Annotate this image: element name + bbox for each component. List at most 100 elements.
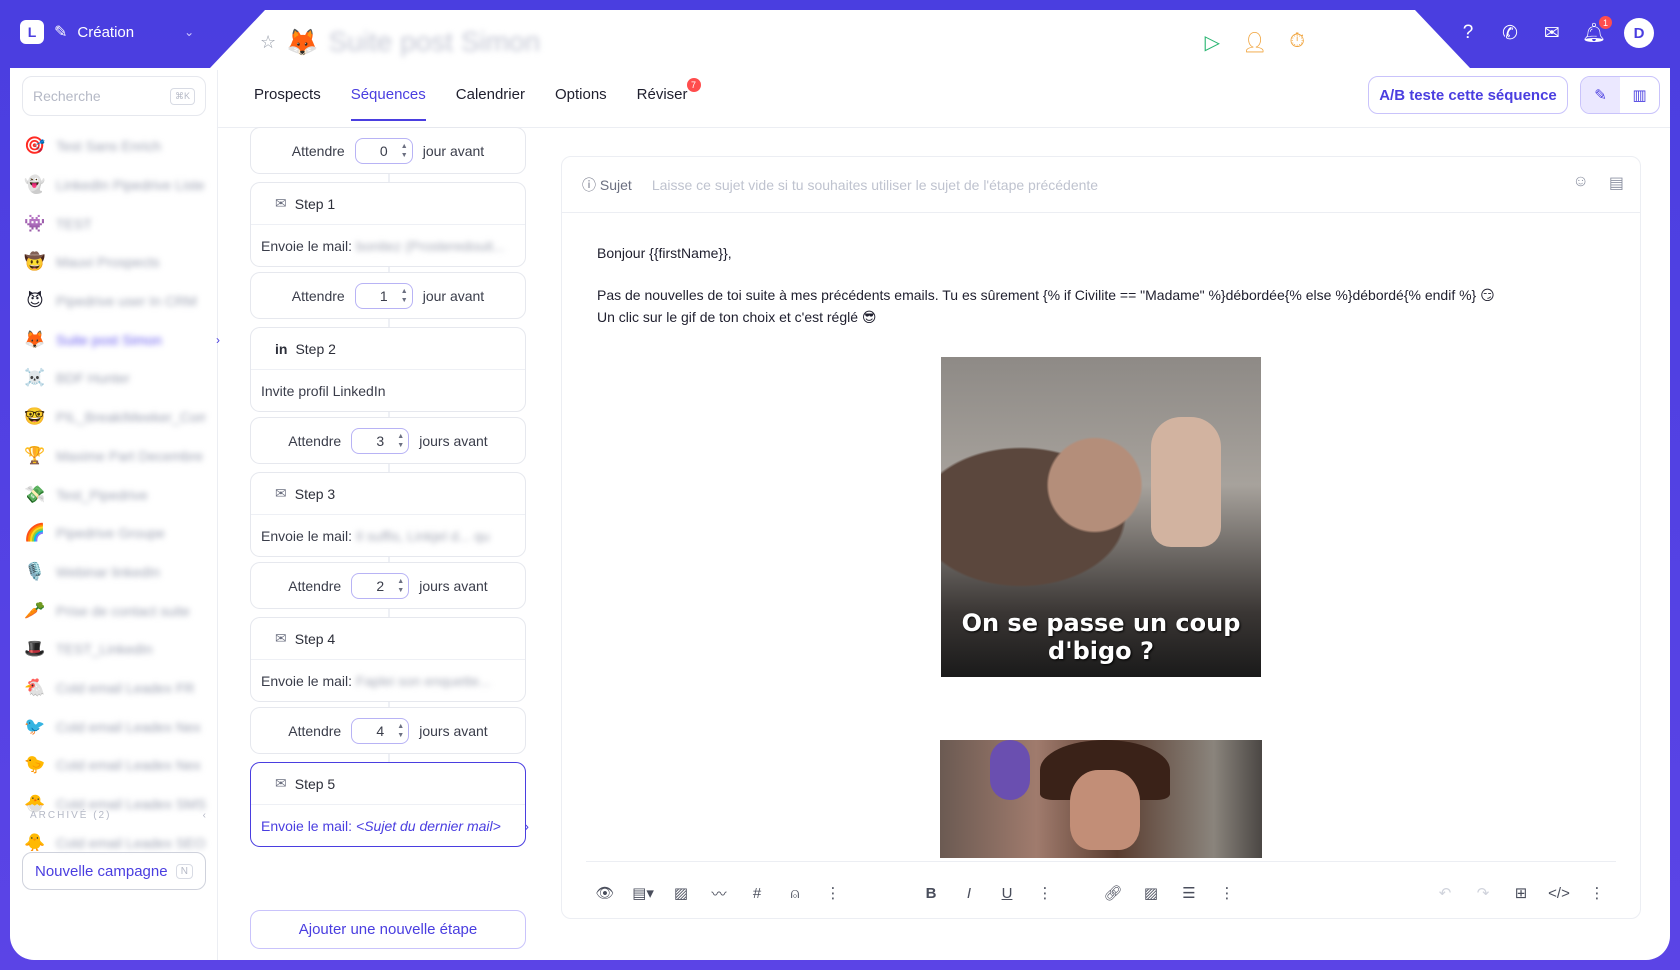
sidebar-item-campaign[interactable]: 🎯 Test Sans Enrich (24, 127, 214, 166)
tab-0[interactable]: Prospects (254, 86, 321, 121)
edit-mode-pencil-icon[interactable]: ✎ (1581, 77, 1620, 113)
phone-icon[interactable]: ✆ (1498, 21, 1522, 45)
sidebar-item-campaign[interactable]: 🥕 Prise de contact suite (24, 591, 214, 630)
sidebar-item-campaign[interactable]: 🐤 Cold email Leadex Nex (24, 746, 214, 785)
new-campaign-shortcut: N (175, 863, 193, 879)
sequence-step[interactable]: ✉ Step 3 Envoie le mail: Il suffis, Linkjel… (250, 472, 526, 557)
star-icon[interactable]: ☆ (260, 32, 276, 53)
subject-field[interactable]: ⓘ Sujet Laisse ce sujet vide si tu souha… (562, 157, 1640, 213)
campaign-name: TEST_LinkedIn (56, 641, 153, 658)
tab-4[interactable]: Réviser 7 (637, 78, 701, 121)
envelope-open-icon: ✉ (275, 630, 287, 646)
more-icon[interactable]: ⋮ (814, 884, 852, 902)
bell-icon[interactable]: 🔔︎ 1 (1582, 16, 1612, 45)
sidebar-item-campaign[interactable]: 🎙️ Webinar linkedIn (24, 553, 214, 592)
delay-stepper[interactable]: 4 ▲ ▼ (351, 717, 410, 744)
campaign-emoji: 🤠 (24, 252, 46, 272)
emoji-icon[interactable]: ☺ (1573, 173, 1589, 193)
delay-stepper[interactable]: 2 ▲ ▼ (351, 572, 410, 599)
sidebar-item-campaign[interactable]: 🌈 Pipedrive Groupe (24, 514, 214, 553)
signature-icon[interactable]: 〰 (700, 883, 738, 904)
sequence-step[interactable]: in Step 2 Invite profil LinkedIn (250, 327, 526, 412)
italic-icon[interactable]: I (950, 885, 988, 902)
stamp-icon[interactable]: ⍝ (776, 885, 814, 902)
sidebar-item-campaign[interactable]: ☠️ BDF Hunter (24, 359, 214, 398)
link-icon[interactable]: 🔗︎ (1094, 884, 1132, 902)
insert-image-icon[interactable]: ▨ (1132, 884, 1170, 902)
gif-angry-girl[interactable] (940, 740, 1262, 858)
campaign-name: Mauvi Prospects (56, 254, 160, 271)
chevron-down-icon: ⌄ (184, 25, 195, 39)
step-action: Envoie le mail: (261, 818, 353, 834)
step-title: Step 3 (294, 485, 336, 502)
campaign-name: Suite post Simon (56, 331, 162, 348)
ordered-list-icon[interactable]: ☰ (1170, 884, 1208, 902)
sequence-step[interactable]: ✉ Step 4 Envoie le mail: Faplei son enquett… (250, 617, 526, 702)
sidebar-item-campaign[interactable]: 🐔 Cold email Leadex FR (24, 669, 214, 708)
add-step-button[interactable]: Ajouter une nouvelle étape (250, 910, 526, 949)
sidebar-item-campaign[interactable]: 👻 LinkedIn Pipedrive Liste (24, 166, 214, 205)
image-icon[interactable]: ▨ (662, 884, 700, 902)
ab-test-button[interactable]: A/B teste cette séquence (1368, 76, 1568, 114)
email-body[interactable]: Bonjour {{firstName}}, Pas de nouvelles … (597, 242, 1495, 328)
contact-card-icon[interactable]: ▤ (1609, 173, 1624, 193)
stepper-arrows-icon: ▲ ▼ (400, 142, 408, 159)
more-insert-icon[interactable]: ⋮ (1208, 884, 1246, 902)
campaign-emoji: 🎯 (24, 136, 46, 156)
timer-icon[interactable]: ⏱︎ (1289, 30, 1305, 55)
sidebar: Recherche ⌘K 🎯 Test Sans Enrich 👻 LinkedIn … (10, 70, 220, 960)
sidebar-item-campaign[interactable]: 💸 Test_Pipedrive (24, 475, 214, 514)
delay-stepper[interactable]: 1 ▲ ▼ (354, 282, 413, 309)
sequence-step[interactable]: ✉ Step 5 Envoie le mail: <Sujet du dernier … (250, 762, 529, 847)
undo-icon[interactable]: ↶ (1426, 884, 1464, 902)
archive-section[interactable]: ARCHIVÉ (2) ‹ (30, 810, 208, 821)
delay-stepper[interactable]: 3 ▲ ▼ (351, 427, 410, 454)
more-tools-icon[interactable]: ⋮ (1578, 884, 1616, 902)
table-icon[interactable]: ⊞ (1502, 884, 1540, 902)
tab-2[interactable]: Calendrier (456, 86, 525, 121)
user-check-icon[interactable]: 👤︎ (1242, 30, 1267, 55)
campaign-emoji: 👻 (24, 175, 46, 195)
sequence-title[interactable]: Suite post Simon (329, 26, 541, 58)
avatar[interactable]: D (1624, 18, 1654, 48)
underline-icon[interactable]: U (988, 885, 1026, 902)
delay-stepper[interactable]: 0 ▲ ▼ (354, 137, 413, 164)
wait-label: Attendre (291, 287, 345, 304)
search-input[interactable]: Recherche ⌘K (22, 76, 206, 116)
new-campaign-button[interactable]: Nouvelle campagne N (22, 852, 206, 890)
sidebar-item-campaign[interactable]: 🦊 Suite post Simon › (24, 320, 220, 359)
sidebar-item-campaign[interactable]: 🏆 Maxime Part Decembre (24, 437, 214, 476)
gif-phone-call[interactable]: On se passe un coup d'bigo ? (941, 357, 1261, 677)
tab-1[interactable]: Séquences (350, 86, 426, 121)
bold-icon[interactable]: B (912, 885, 950, 902)
body-line-1: Pas de nouvelles de toi suite à mes préc… (597, 287, 1495, 303)
play-icon[interactable]: ▷ (1205, 30, 1220, 55)
sidebar-item-campaign[interactable]: 🎩 TEST_LinkedIn (24, 630, 214, 669)
sidebar-item-campaign[interactable]: 🐦 Cold email Leadex Nex (24, 707, 214, 746)
wait-suffix: jours avant (419, 432, 488, 449)
preview-eye-icon[interactable]: 👁︎ (586, 884, 624, 902)
mail-icon[interactable]: ✉ (1540, 21, 1564, 45)
campaign-name: Pipedrive Groupe (56, 525, 165, 542)
tab-3[interactable]: Options (555, 86, 607, 121)
step-action: Envoie le mail: (261, 238, 353, 254)
sidebar-item-campaign[interactable]: 🤓 PIL_BreakIMeeker_Com (24, 398, 214, 437)
step-title: Step 4 (294, 630, 336, 647)
campaign-emoji: 🎩 (24, 639, 46, 659)
hashtag-icon[interactable]: # (738, 885, 776, 902)
sidebar-item-campaign[interactable]: 😈 Pipedrive user In CRM (24, 282, 214, 321)
variables-icon[interactable]: ▤▾ (624, 884, 662, 902)
sidebar-item-campaign[interactable]: 🤠 Mauvi Prospects (24, 243, 214, 282)
redo-icon[interactable]: ↷ (1464, 884, 1502, 902)
stats-chart-icon[interactable]: ▥ (1620, 77, 1659, 113)
code-icon[interactable]: </> (1540, 885, 1578, 902)
sequence-step[interactable]: ✉ Step 1 Envoie le mail: bonitez (Prostered… (250, 182, 526, 267)
help-icon[interactable]: ? (1456, 21, 1480, 45)
wait-delay: Attendre 4 ▲ ▼ jours avant (250, 707, 526, 754)
workspace-switcher[interactable]: L ✎ Création ⌄ (20, 20, 194, 44)
workspace-label: Création (77, 23, 135, 41)
wait-delay: Attendre 0 ▲ ▼ jour avant (250, 127, 526, 174)
step-detail: Il suffis, Linkjel d... qu (356, 528, 490, 544)
sidebar-item-campaign[interactable]: 👾 TEST (24, 204, 214, 243)
more-format-icon[interactable]: ⋮ (1026, 884, 1064, 902)
